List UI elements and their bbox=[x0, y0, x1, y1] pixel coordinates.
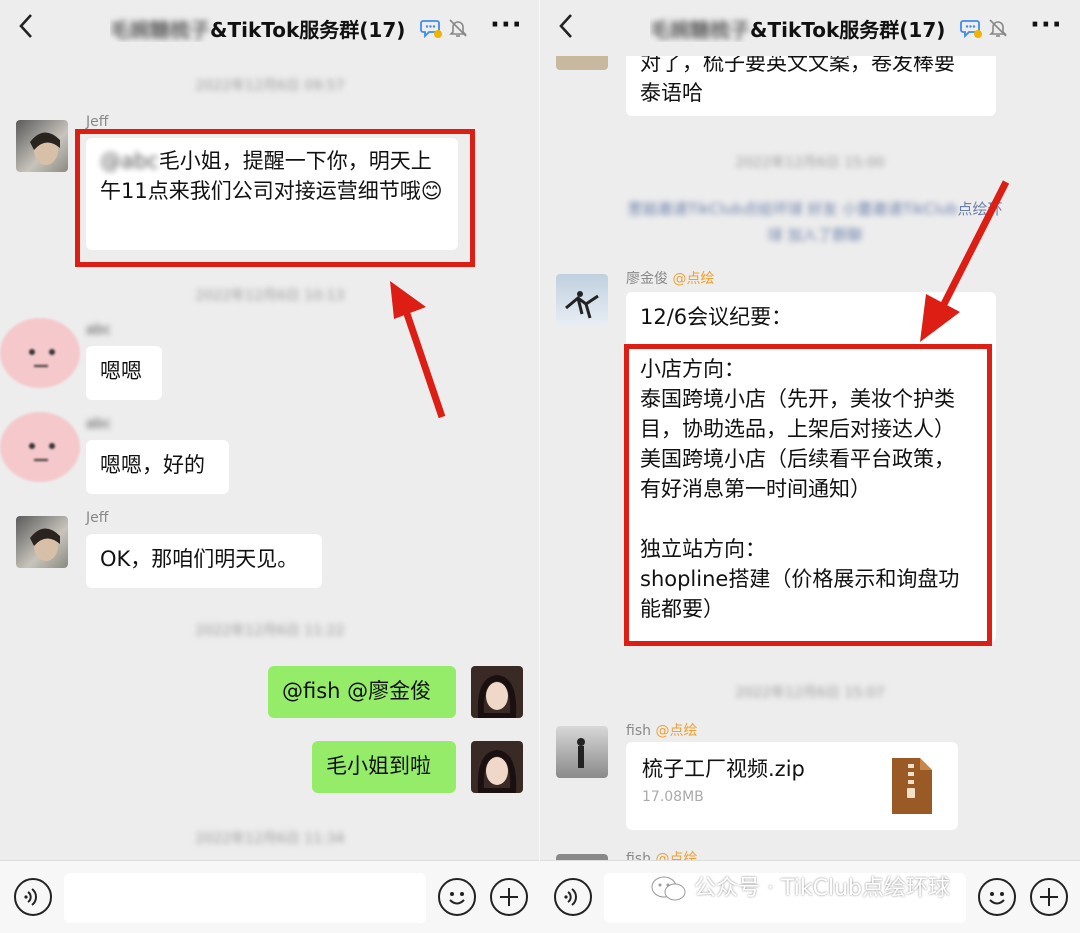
avatar-jeff[interactable] bbox=[16, 516, 68, 568]
message-bubble[interactable]: OK，那咱们明天见。 bbox=[86, 534, 322, 588]
sender-name-blurred: abc bbox=[86, 322, 112, 338]
avatar-blurred[interactable] bbox=[0, 318, 80, 388]
chat-title: 毛婉糖梳子&TikTok服务群(17) bbox=[110, 14, 425, 42]
message-text: 嗯嗯，好的 bbox=[100, 453, 205, 477]
emoji-icon[interactable] bbox=[438, 878, 476, 916]
watermark: 公众号 · TikClub点绘环球 bbox=[650, 870, 950, 903]
watermark-text: 公众号 · TikClub点绘环球 bbox=[694, 876, 950, 901]
sender-name: fish @点绘 bbox=[626, 720, 697, 740]
message-input[interactable] bbox=[64, 873, 426, 923]
more-options-icon[interactable]: ··· bbox=[1030, 10, 1063, 40]
chat-title-text: &TikTok服务群(17) bbox=[750, 18, 946, 42]
message-bubble[interactable]: 嗯嗯，好的 bbox=[86, 440, 229, 494]
avatar-me[interactable] bbox=[471, 666, 523, 718]
chat-header: 毛婉糖梳子&TikTok服务群(17) ··· bbox=[0, 0, 540, 56]
my-message-bubble[interactable]: @fish @廖金俊 bbox=[268, 666, 456, 718]
highlight-box bbox=[624, 344, 992, 646]
timestamp: 2022年12月6日 11:22 bbox=[195, 623, 345, 639]
header-overlay: 毛婉糖梳子&TikTok服务群(17) ··· bbox=[540, 0, 1080, 56]
sender-name: Jeff bbox=[86, 510, 109, 526]
add-icon[interactable] bbox=[490, 878, 528, 916]
voice-icon[interactable] bbox=[14, 878, 52, 916]
chat-title: 毛婉糖梳子&TikTok服务群(17) bbox=[650, 14, 965, 42]
chat-screen-left: 毛婉糖梳子&TikTok服务群(17) ··· 2022年12月6日 09:57… bbox=[0, 0, 540, 933]
avatar-fish[interactable] bbox=[556, 726, 608, 778]
avatar-liao[interactable] bbox=[556, 274, 608, 326]
message-text-line: 泰语哈 bbox=[640, 81, 703, 105]
zip-file-icon bbox=[890, 756, 934, 816]
message-text: @fish @廖金俊 bbox=[282, 679, 432, 703]
timestamp: 2022年12月6日 15:00 bbox=[735, 155, 885, 171]
voice-icon[interactable] bbox=[554, 878, 592, 916]
input-bar bbox=[0, 860, 540, 933]
red-arrow-icon bbox=[390, 281, 446, 419]
message-text: 嗯嗯 bbox=[100, 359, 142, 383]
emoji-icon[interactable] bbox=[978, 878, 1016, 916]
system-notice-blurred-2: 球 加入了群聊 bbox=[767, 226, 863, 244]
group-chat-icon bbox=[960, 17, 982, 39]
mention-tag: @点绘 bbox=[655, 723, 698, 739]
chat-title-text: &TikTok服务群(17) bbox=[210, 18, 406, 42]
add-icon[interactable] bbox=[1030, 878, 1068, 916]
timestamp: 2022年12月6日 11:34 bbox=[195, 831, 345, 847]
file-message-bubble[interactable]: 梳子工厂视频.zip 17.08MB bbox=[626, 742, 958, 830]
highlight-box bbox=[75, 129, 475, 267]
sender-name: 廖金俊 @点绘 bbox=[626, 268, 714, 288]
chat-title-blurred: 毛婉糖梳子 bbox=[110, 18, 210, 42]
mute-bell-icon bbox=[987, 17, 1009, 39]
chat-screen-right: 毛婉糖梳子&TikTok服务群(17) ··· 对了，梳子要英文文案，卷发棒要 … bbox=[540, 0, 1080, 933]
timestamp: 2022年12月6日 09:57 bbox=[195, 78, 345, 94]
group-chat-icon bbox=[420, 17, 442, 39]
message-text: 毛小姐到啦 bbox=[326, 754, 431, 778]
avatar-blurred[interactable] bbox=[0, 412, 80, 482]
mute-bell-icon bbox=[447, 17, 469, 39]
my-message-bubble[interactable]: 毛小姐到啦 bbox=[312, 741, 456, 793]
more-options-icon[interactable]: ··· bbox=[490, 10, 523, 40]
mention-tag: @点绘 bbox=[672, 271, 715, 287]
sender-name-text: fish bbox=[626, 723, 651, 739]
avatar-me[interactable] bbox=[471, 741, 523, 793]
sender-name: Jeff bbox=[86, 114, 109, 130]
sender-name-blurred: abc bbox=[86, 416, 112, 432]
wechat-logo-icon bbox=[651, 876, 686, 901]
red-arrow-icon bbox=[920, 180, 1010, 342]
message-text: OK，那咱们明天见。 bbox=[100, 547, 299, 571]
back-icon[interactable] bbox=[558, 13, 582, 43]
sender-name-text: 廖金俊 bbox=[626, 271, 668, 287]
chat-title-blurred: 毛婉糖梳子 bbox=[650, 18, 750, 42]
back-icon[interactable] bbox=[18, 13, 42, 43]
timestamp: 2022年12月6日 15:07 bbox=[735, 685, 885, 701]
avatar-jeff[interactable] bbox=[16, 120, 68, 172]
message-bubble[interactable]: 嗯嗯 bbox=[86, 346, 162, 400]
